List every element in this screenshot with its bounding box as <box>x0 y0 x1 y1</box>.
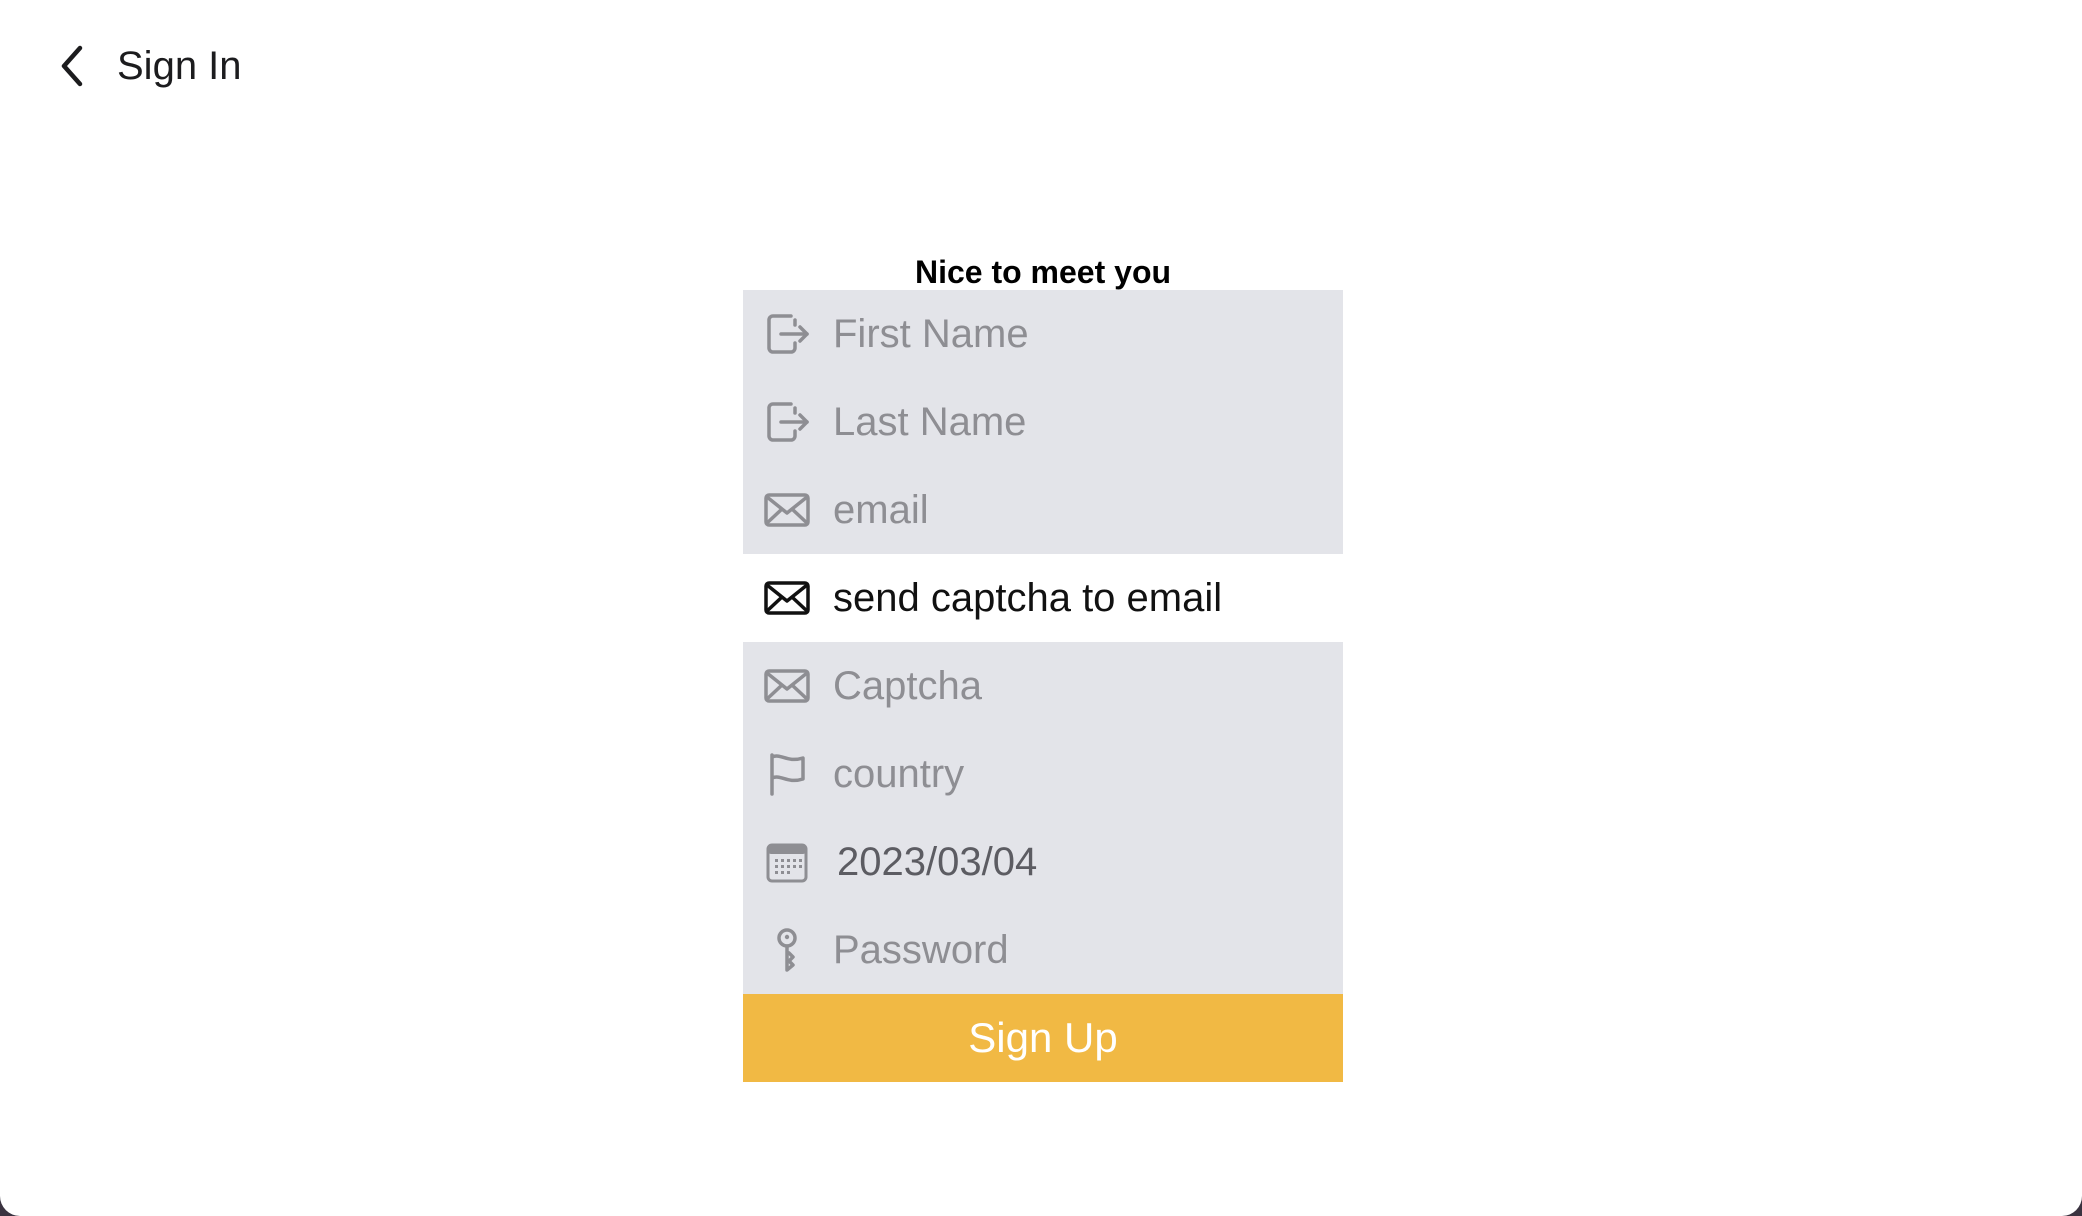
back-label: Sign In <box>117 43 242 88</box>
key-icon <box>763 926 811 974</box>
sign-in-icon <box>763 310 811 358</box>
password-row <box>743 906 1343 994</box>
email-row <box>743 466 1343 554</box>
envelope-icon <box>763 486 811 534</box>
page-title: Nice to meet you <box>914 254 1172 290</box>
envelope-icon <box>763 662 811 710</box>
password-input[interactable] <box>833 927 1313 973</box>
birthdate-row[interactable]: 2023/03/04 <box>743 818 1343 906</box>
captcha-input[interactable] <box>833 663 1313 709</box>
chevron-left-icon <box>52 42 92 90</box>
sign-in-icon <box>763 398 811 446</box>
first-name-input[interactable] <box>833 311 1313 357</box>
country-row <box>743 730 1343 818</box>
send-captcha-label: send captcha to email <box>833 575 1223 620</box>
email-input[interactable] <box>833 487 1313 533</box>
sign-up-screen: Sign In Nice to meet you First Name Last… <box>0 0 2082 1216</box>
country-input[interactable] <box>833 751 1313 797</box>
birthdate-value[interactable]: 2023/03/04 <box>837 840 1317 885</box>
send-captcha-button[interactable]: send captcha to email <box>743 554 1343 642</box>
last-name-input[interactable] <box>833 399 1313 445</box>
flag-icon <box>763 750 811 798</box>
captcha-row <box>743 642 1343 730</box>
calendar-icon <box>763 838 811 886</box>
envelope-icon <box>763 574 811 622</box>
sign-up-form: Nice to meet you First Name Last Name em… <box>743 250 1343 1082</box>
sign-up-button[interactable]: Sign Up <box>743 994 1343 1082</box>
back-to-sign-in-button[interactable]: Sign In <box>52 34 242 98</box>
first-name-row <box>743 290 1343 378</box>
last-name-row <box>743 378 1343 466</box>
